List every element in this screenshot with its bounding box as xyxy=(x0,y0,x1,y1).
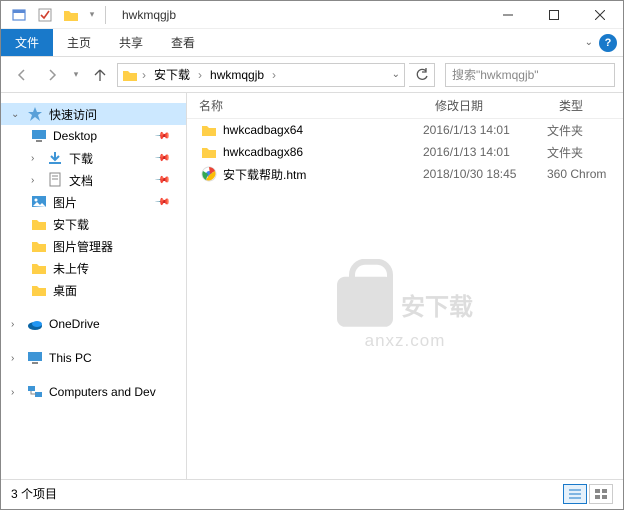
qat-properties-button[interactable] xyxy=(7,4,31,26)
column-type[interactable]: 类型 xyxy=(547,97,623,114)
file-row[interactable]: hwkcadbagx64 2016/1/13 14:01 文件夹 xyxy=(187,119,623,141)
sidebar-item-anxiazai[interactable]: 安下载 xyxy=(1,213,186,235)
file-type: 文件夹 xyxy=(547,144,623,161)
folder-icon xyxy=(31,238,47,254)
chevron-right-icon: › xyxy=(11,319,23,330)
navigation-pane: ⌄ 快速访问 Desktop📌 ›下载📌 ›文档📌 图片📌 安下载 图片管理器 … xyxy=(1,93,187,479)
status-bar: 3 个项目 xyxy=(1,479,623,507)
expand-ribbon-icon[interactable]: ⌄ xyxy=(585,37,593,48)
maximize-button[interactable] xyxy=(531,1,577,29)
pin-icon: 📌 xyxy=(153,150,170,167)
file-name: hwkcadbagx64 xyxy=(223,123,303,137)
column-name[interactable]: 名称 xyxy=(187,97,423,114)
sidebar-item-documents[interactable]: ›文档📌 xyxy=(1,169,186,191)
content-pane: 名称 修改日期 类型 hwkcadbagx64 2016/1/13 14:01 … xyxy=(187,93,623,479)
back-button[interactable] xyxy=(9,62,35,88)
chevron-right-icon: › xyxy=(270,68,278,82)
chevron-right-icon: › xyxy=(196,68,204,82)
file-name: hwkcadbagx86 xyxy=(223,145,303,159)
file-name: 安下载帮助.htm xyxy=(223,166,306,183)
desktop-icon xyxy=(31,128,47,144)
chevron-right-icon: › xyxy=(31,175,43,186)
refresh-button[interactable] xyxy=(409,63,435,87)
sidebar-item-picmanager[interactable]: 图片管理器 xyxy=(1,235,186,257)
tab-share[interactable]: 共享 xyxy=(105,29,157,56)
forward-button[interactable] xyxy=(39,62,65,88)
window-title: hwkmqgjb xyxy=(122,8,176,22)
chevron-down-icon: ⌄ xyxy=(11,109,23,120)
details-view-button[interactable] xyxy=(563,484,587,504)
sidebar-item-downloads[interactable]: ›下载📌 xyxy=(1,147,186,169)
chrome-icon xyxy=(201,166,217,182)
file-type: 360 Chrom xyxy=(547,167,623,181)
navbar: ▾ › 安下载 › hwkmqgjb › ⌄ xyxy=(1,57,623,93)
pin-icon: 📌 xyxy=(153,172,170,189)
chevron-right-icon: › xyxy=(31,153,43,164)
sidebar-item-pictures[interactable]: 图片📌 xyxy=(1,191,186,213)
column-headers: 名称 修改日期 类型 xyxy=(187,93,623,119)
tab-home[interactable]: 主页 xyxy=(53,29,105,56)
sidebar-item-desktop[interactable]: Desktop📌 xyxy=(1,125,186,147)
address-bar[interactable]: › 安下载 › hwkmqgjb › ⌄ xyxy=(117,63,405,87)
sidebar-item-network[interactable]: ›Computers and Dev xyxy=(1,381,186,403)
icons-view-button[interactable] xyxy=(589,484,613,504)
folder-icon xyxy=(201,122,217,138)
file-date: 2016/1/13 14:01 xyxy=(423,123,547,137)
file-row[interactable]: hwkcadbagx86 2016/1/13 14:01 文件夹 xyxy=(187,141,623,163)
column-date[interactable]: 修改日期 xyxy=(423,97,547,114)
chevron-right-icon: › xyxy=(140,68,148,82)
quick-access[interactable]: ⌄ 快速访问 xyxy=(1,103,186,125)
tab-file[interactable]: 文件 xyxy=(1,29,53,56)
chevron-right-icon: › xyxy=(11,353,23,364)
folder-icon xyxy=(122,67,138,83)
search-box[interactable] xyxy=(445,63,615,87)
star-icon xyxy=(27,106,43,122)
sidebar-item-thispc[interactable]: ›This PC xyxy=(1,347,186,369)
lock-icon xyxy=(337,277,393,327)
thispc-icon xyxy=(27,350,43,366)
sidebar-item-desktop2[interactable]: 桌面 xyxy=(1,279,186,301)
qat-dropdown[interactable]: ▾ xyxy=(85,4,99,26)
watermark: 安下载 anxz.com xyxy=(337,277,473,351)
titlebar: ▾ hwkmqgjb xyxy=(1,1,623,29)
chevron-right-icon: › xyxy=(11,387,23,398)
minimize-button[interactable] xyxy=(485,1,531,29)
main-area: ⌄ 快速访问 Desktop📌 ›下载📌 ›文档📌 图片📌 安下载 图片管理器 … xyxy=(1,93,623,479)
recent-dropdown[interactable]: ▾ xyxy=(69,62,83,88)
file-row[interactable]: 安下载帮助.htm 2018/10/30 18:45 360 Chrom xyxy=(187,163,623,185)
pictures-icon xyxy=(31,194,47,210)
folder-icon xyxy=(31,216,47,232)
qat-folder-button[interactable] xyxy=(59,4,83,26)
file-date: 2018/10/30 18:45 xyxy=(423,167,547,181)
folder-icon xyxy=(31,260,47,276)
quick-access-label: 快速访问 xyxy=(49,106,97,123)
item-count: 3 个项目 xyxy=(11,485,57,502)
sidebar-item-notuploaded[interactable]: 未上传 xyxy=(1,257,186,279)
pin-icon: 📌 xyxy=(153,194,170,211)
window-controls xyxy=(485,1,623,29)
file-type: 文件夹 xyxy=(547,122,623,139)
breadcrumb[interactable]: hwkmqgjb xyxy=(206,64,268,86)
folder-icon xyxy=(201,144,217,160)
breadcrumb[interactable]: 安下载 xyxy=(150,64,194,86)
sidebar-item-onedrive[interactable]: ›OneDrive xyxy=(1,313,186,335)
qat-check-button[interactable] xyxy=(33,4,57,26)
help-button[interactable]: ? xyxy=(599,34,617,52)
network-icon xyxy=(27,384,43,400)
folder-icon xyxy=(31,282,47,298)
close-button[interactable] xyxy=(577,1,623,29)
quick-access-toolbar: ▾ xyxy=(1,4,110,26)
file-date: 2016/1/13 14:01 xyxy=(423,145,547,159)
address-dropdown-icon[interactable]: ⌄ xyxy=(392,69,400,80)
ribbon: 文件 主页 共享 查看 ⌄ ? xyxy=(1,29,623,57)
pin-icon: 📌 xyxy=(153,128,170,145)
up-button[interactable] xyxy=(87,62,113,88)
file-list[interactable]: hwkcadbagx64 2016/1/13 14:01 文件夹 hwkcadb… xyxy=(187,119,623,479)
onedrive-icon xyxy=(27,316,43,332)
tab-view[interactable]: 查看 xyxy=(157,29,209,56)
documents-icon xyxy=(47,172,63,188)
downloads-icon xyxy=(47,150,63,166)
search-input[interactable] xyxy=(452,68,608,82)
